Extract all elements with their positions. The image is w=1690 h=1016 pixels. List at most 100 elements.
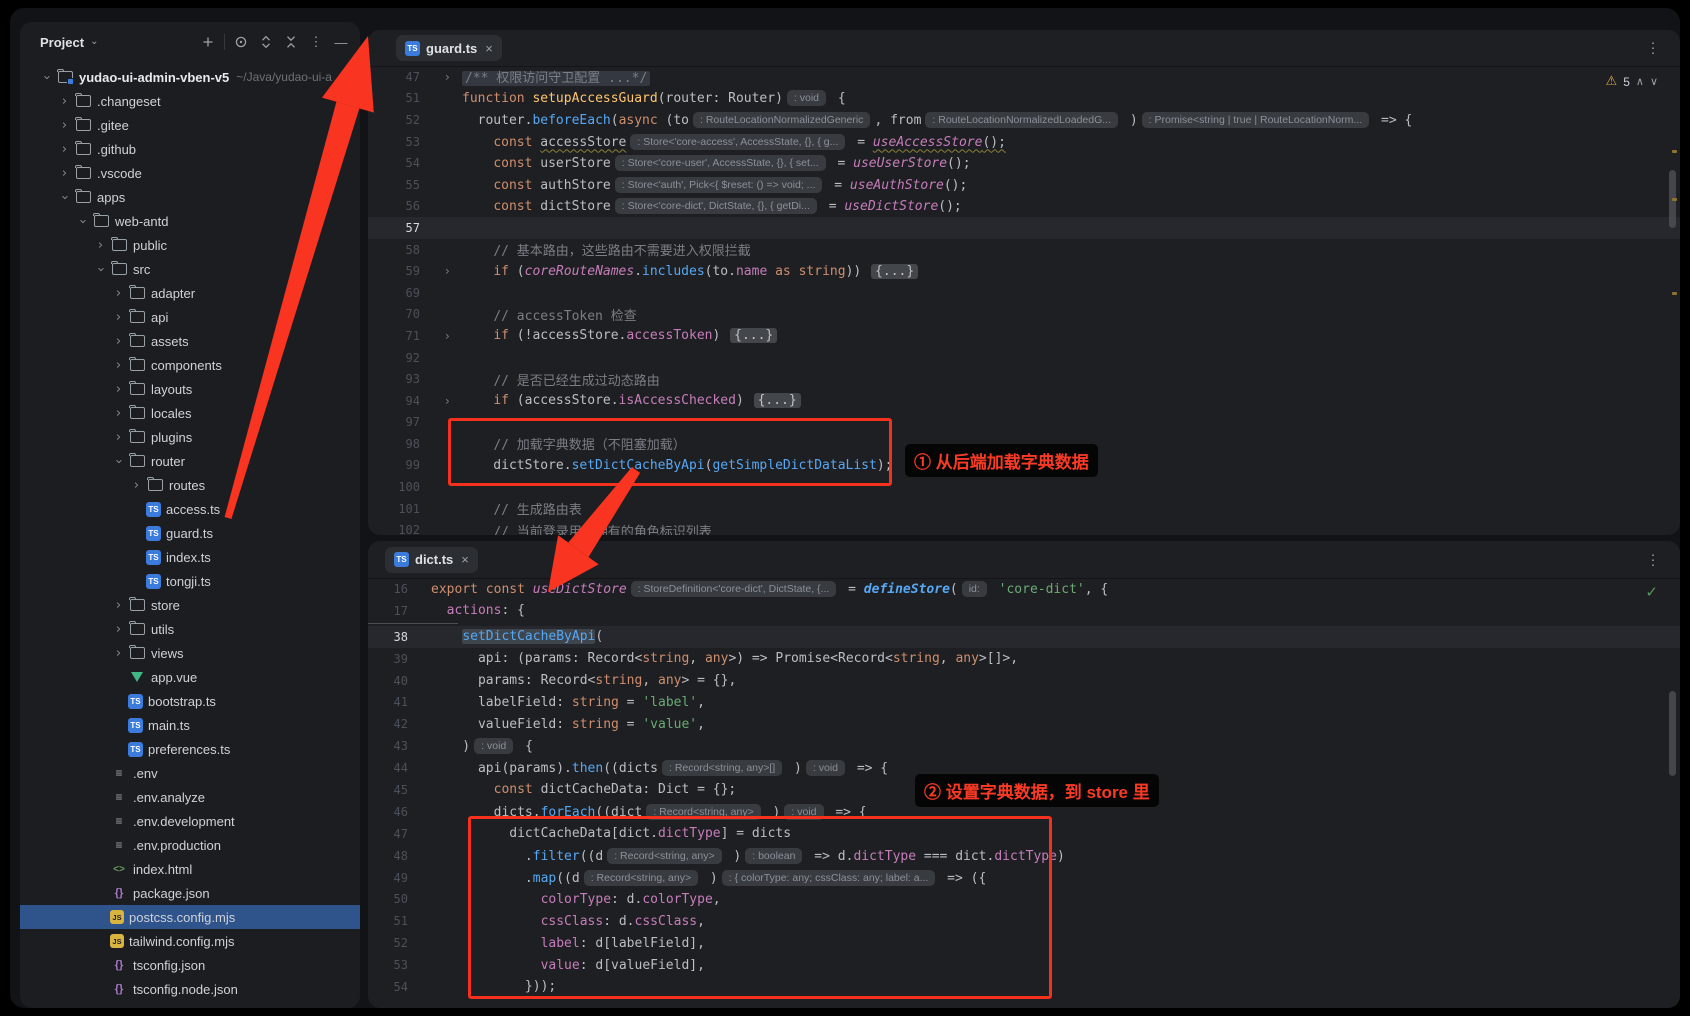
tree-item-bootstrap.ts[interactable]: TSbootstrap.ts: [20, 689, 360, 713]
line-number: 49: [368, 871, 408, 885]
chevron-expanded-icon[interactable]: ›: [75, 212, 90, 231]
tree-item-assets[interactable]: ›assets: [20, 329, 360, 353]
chevron-expanded-icon[interactable]: ›: [57, 188, 72, 207]
chevron-collapsed-icon[interactable]: ›: [109, 430, 128, 445]
next-problem-icon[interactable]: ∨: [1650, 75, 1658, 88]
chevron-collapsed-icon[interactable]: ›: [55, 118, 74, 133]
chevron-collapsed-icon[interactable]: ›: [109, 646, 128, 661]
chevron-collapsed-icon[interactable]: ›: [109, 406, 128, 421]
tree-item-router[interactable]: ›router: [20, 449, 360, 473]
tree-item-.changeset[interactable]: ›.changeset: [20, 89, 360, 113]
line-number: 57: [368, 221, 420, 235]
inspection-widget[interactable]: ⚠ 5 ∧ ∨: [1606, 74, 1658, 89]
tree-item-index.html[interactable]: <>index.html: [20, 857, 360, 881]
tree-item-components[interactable]: ›components: [20, 353, 360, 377]
tree-item-.gitee[interactable]: ›.gitee: [20, 113, 360, 137]
error-stripe-mark[interactable]: [1672, 198, 1677, 201]
error-stripe-mark[interactable]: [1672, 150, 1677, 153]
folded-code-badge[interactable]: {...}: [754, 393, 801, 408]
collapse-all-icon[interactable]: [282, 33, 300, 51]
tree-item-preferences.ts[interactable]: TSpreferences.ts: [20, 737, 360, 761]
tree-item-public[interactable]: ›public: [20, 233, 360, 257]
scrollbar-thumb[interactable]: [1669, 691, 1676, 776]
fold-arrow-icon[interactable]: ›: [420, 329, 462, 343]
json-icon: {}: [110, 981, 128, 997]
tree-item-web-antd[interactable]: ›web-antd: [20, 209, 360, 233]
more-icon[interactable]: ⋮: [1646, 551, 1660, 568]
tree-item-.vscode[interactable]: ›.vscode: [20, 161, 360, 185]
chevron-collapsed-icon[interactable]: ›: [55, 142, 74, 157]
tree-item-label: utils: [151, 622, 174, 637]
chevron-expanded-icon[interactable]: ›: [93, 260, 108, 279]
tree-item-.env.analyze[interactable]: ≡.env.analyze: [20, 785, 360, 809]
tree-item-yudao-ui-admin-vben-v5[interactable]: ›yudao-ui-admin-vben-v5~/Java/yudao-ui-a: [20, 65, 360, 89]
more-icon[interactable]: ⋮: [307, 33, 325, 51]
tree-item-routes[interactable]: ›routes: [20, 473, 360, 497]
chevron-expanded-icon[interactable]: ›: [39, 68, 54, 87]
chevron-expanded-icon[interactable]: ›: [111, 452, 126, 471]
tree-item-guard.ts[interactable]: TSguard.ts: [20, 521, 360, 545]
inspections-ok-icon[interactable]: ✓: [1645, 583, 1658, 601]
dict-code-area[interactable]: 16export const useDictStore: StoreDefini…: [368, 578, 1680, 1008]
chevron-collapsed-icon[interactable]: ›: [55, 94, 74, 109]
tree-item-access.ts[interactable]: TSaccess.ts: [20, 497, 360, 521]
chevron-collapsed-icon[interactable]: ›: [127, 478, 146, 493]
hide-panel-icon[interactable]: —: [332, 33, 350, 51]
chevron-collapsed-icon[interactable]: ›: [109, 334, 128, 349]
tree-item-.env[interactable]: ≡.env: [20, 761, 360, 785]
chevron-collapsed-icon[interactable]: ›: [55, 166, 74, 181]
tree-item-views[interactable]: ›views: [20, 641, 360, 665]
line-number: 47: [368, 70, 420, 84]
chevron-collapsed-icon[interactable]: ›: [91, 238, 110, 253]
code-token: )): [846, 264, 869, 279]
tree-item-plugins[interactable]: ›plugins: [20, 425, 360, 449]
chevron-collapsed-icon[interactable]: ›: [109, 358, 128, 373]
tree-item-apps[interactable]: ›apps: [20, 185, 360, 209]
tree-item-app.vue[interactable]: app.vue: [20, 665, 360, 689]
close-icon[interactable]: ×: [485, 41, 493, 56]
tree-item-api[interactable]: ›api: [20, 305, 360, 329]
error-stripe-mark[interactable]: [1672, 292, 1677, 295]
more-icon[interactable]: ⋮: [1646, 40, 1660, 57]
expand-all-icon[interactable]: [257, 33, 275, 51]
type-inlay-hint: : Store<'core-access', AccessState, {}, …: [630, 134, 845, 150]
project-panel-title[interactable]: Project: [40, 35, 84, 50]
tree-item-store[interactable]: ›store: [20, 593, 360, 617]
tree-item-src[interactable]: ›src: [20, 257, 360, 281]
fold-arrow-icon[interactable]: ›: [420, 264, 462, 278]
tree-item-.env.development[interactable]: ≡.env.development: [20, 809, 360, 833]
chevron-collapsed-icon[interactable]: ›: [109, 382, 128, 397]
tree-item-tongji.ts[interactable]: TStongji.ts: [20, 569, 360, 593]
guard-code-area[interactable]: 47›/** 权限访问守卫配置 ...*/51function setupAcc…: [368, 66, 1680, 535]
chevron-collapsed-icon[interactable]: ›: [109, 598, 128, 613]
chevron-collapsed-icon[interactable]: ›: [109, 310, 128, 325]
tree-item-postcss.config.mjs[interactable]: JSpostcss.config.mjs: [20, 905, 360, 929]
fold-arrow-icon[interactable]: ›: [420, 70, 462, 84]
fold-arrow-icon[interactable]: ›: [420, 394, 462, 408]
code-token: if: [493, 328, 516, 343]
chevron-collapsed-icon[interactable]: ›: [109, 622, 128, 637]
code-token: [462, 156, 493, 171]
tree-item-utils[interactable]: › utils: [20, 617, 360, 641]
tree-item-.github[interactable]: ›.github: [20, 137, 360, 161]
tree-item-package.json[interactable]: {}package.json: [20, 881, 360, 905]
folded-code-badge[interactable]: {...}: [730, 328, 777, 343]
chevron-collapsed-icon[interactable]: ›: [109, 286, 128, 301]
locate-opened-file-icon[interactable]: [232, 33, 250, 51]
tab-dict-ts[interactable]: TS dict.ts ×: [385, 547, 478, 573]
folded-code-badge[interactable]: {...}: [871, 264, 918, 279]
tree-item-layouts[interactable]: ›layouts: [20, 377, 360, 401]
tree-item-tailwind.config.mjs[interactable]: JStailwind.config.mjs: [20, 929, 360, 953]
tree-item-adapter[interactable]: ›adapter: [20, 281, 360, 305]
plus-icon[interactable]: [199, 33, 217, 51]
tree-item-tsconfig.json[interactable]: {}tsconfig.json: [20, 953, 360, 977]
close-icon[interactable]: ×: [461, 552, 469, 567]
tree-item-locales[interactable]: ›locales: [20, 401, 360, 425]
tree-item-.env.production[interactable]: ≡.env.production: [20, 833, 360, 857]
code-text: valueField: string = 'value',: [431, 717, 705, 732]
tree-item-tsconfig.node.json[interactable]: {}tsconfig.node.json: [20, 977, 360, 1001]
prev-problem-icon[interactable]: ∧: [1636, 75, 1644, 88]
tab-guard-ts[interactable]: TS guard.ts ×: [396, 35, 502, 61]
tree-item-main.ts[interactable]: TSmain.ts: [20, 713, 360, 737]
tree-item-index.ts[interactable]: TSindex.ts: [20, 545, 360, 569]
